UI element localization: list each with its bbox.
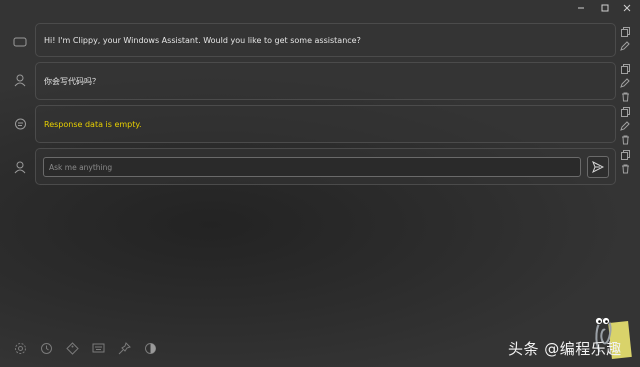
minimize-icon: [578, 7, 584, 9]
message-assistant-error: Response data is empty.: [35, 105, 616, 143]
edit-icon[interactable]: [619, 120, 631, 132]
message-actions: [618, 63, 632, 103]
composer: [35, 148, 616, 185]
delete-icon[interactable]: [619, 91, 631, 103]
message-actions: [618, 26, 632, 52]
edit-icon[interactable]: [619, 40, 631, 52]
pin-icon[interactable]: [116, 340, 132, 356]
settings-icon[interactable]: [12, 340, 28, 356]
keyboard-icon[interactable]: [90, 340, 106, 356]
maximize-icon: [601, 4, 609, 12]
user-icon: [12, 159, 28, 175]
message-text: Hi! I'm Clippy, your Windows Assistant. …: [44, 35, 361, 45]
message-text-error: Response data is empty.: [44, 119, 142, 129]
message-actions: [618, 106, 632, 146]
copy-icon[interactable]: [619, 106, 631, 118]
tag-icon[interactable]: [64, 340, 80, 356]
copy-icon[interactable]: [619, 149, 631, 161]
close-icon: [623, 4, 631, 12]
chat-bubble-icon: [12, 116, 28, 132]
minimize-button[interactable]: [574, 2, 588, 14]
composer-actions: [618, 149, 632, 175]
message-user: 你会写代码吗？: [35, 62, 616, 100]
copy-icon[interactable]: [619, 26, 631, 38]
delete-icon[interactable]: [619, 163, 631, 175]
send-button[interactable]: [587, 156, 609, 178]
send-icon: [592, 161, 604, 173]
message-assistant-greeting: Hi! I'm Clippy, your Windows Assistant. …: [35, 23, 616, 57]
user-icon: [12, 72, 28, 88]
close-button[interactable]: [620, 2, 634, 14]
copy-icon[interactable]: [619, 63, 631, 75]
history-icon[interactable]: [38, 340, 54, 356]
message-text: 你会写代码吗？: [44, 76, 100, 86]
bottom-toolbar: [12, 340, 158, 356]
window-icon: [12, 34, 28, 50]
delete-icon[interactable]: [619, 134, 631, 146]
contrast-icon[interactable]: [142, 340, 158, 356]
maximize-button[interactable]: [598, 2, 612, 14]
edit-icon[interactable]: [619, 77, 631, 89]
prompt-input[interactable]: [43, 157, 581, 177]
watermark: 头条 @编程乐趣: [508, 340, 622, 358]
